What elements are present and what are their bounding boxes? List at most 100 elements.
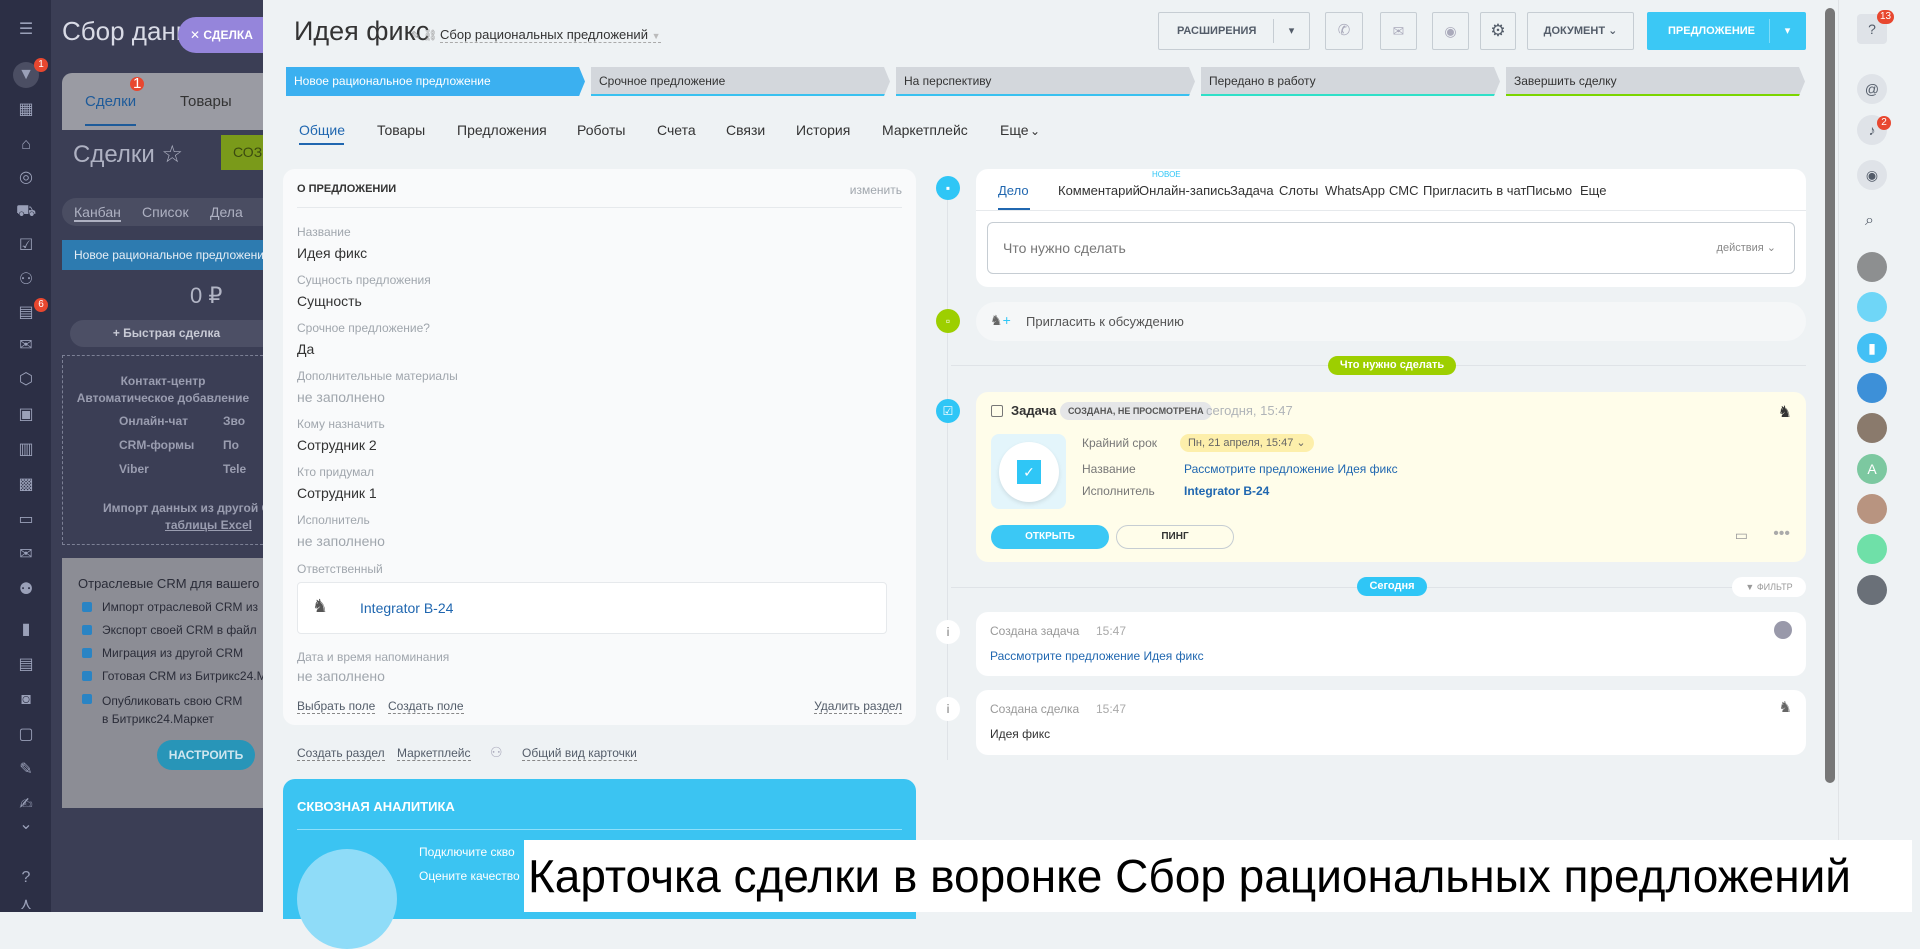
bookmark-icon[interactable]: ▮ bbox=[1857, 333, 1887, 363]
mail-icon[interactable]: ✉ bbox=[16, 545, 36, 565]
tab-products[interactable]: Товары bbox=[180, 93, 232, 110]
inbox-icon[interactable]: ▭ bbox=[16, 510, 36, 530]
close-slider-button[interactable]: ✕ СДЕЛКА bbox=[178, 17, 268, 53]
industry-crm-item[interactable]: Опубликовать свою CRM в Битрикс24.Маркет bbox=[78, 692, 248, 728]
ping-button[interactable]: ПИНГ bbox=[1116, 525, 1234, 549]
responsible-field[interactable]: ♞ Integrator B-24 bbox=[297, 582, 887, 634]
stage-3[interactable]: На перспективу bbox=[896, 67, 1195, 96]
settings-button[interactable]: ⚙ bbox=[1480, 12, 1516, 50]
tab-1[interactable]: Товары bbox=[377, 122, 425, 138]
import-excel-link[interactable]: таблицы Excel bbox=[165, 518, 252, 532]
cc-telegram[interactable]: Tele bbox=[223, 462, 246, 476]
document-icon[interactable]: ▤ bbox=[16, 303, 36, 323]
users-icon[interactable]: ⚉ bbox=[16, 580, 36, 600]
common-view-link[interactable]: Общий вид карточки bbox=[522, 746, 637, 761]
deal-title[interactable]: Идея фикс bbox=[294, 16, 429, 47]
box-icon[interactable]: ▢ bbox=[16, 725, 36, 745]
chat-icon[interactable]: ◉ bbox=[1857, 160, 1887, 190]
file-icon[interactable]: ▥ bbox=[16, 440, 36, 460]
proposal-button[interactable]: ПРЕДЛОЖЕНИЕ ▾ bbox=[1647, 12, 1806, 50]
composer-tab-1[interactable]: Комментарий bbox=[1058, 183, 1140, 198]
stage-4[interactable]: Передано в работу bbox=[1201, 67, 1500, 96]
composer-tab-4[interactable]: Слоты bbox=[1279, 183, 1318, 198]
chat-icon[interactable]: ✉ bbox=[16, 336, 36, 356]
view-kanban[interactable]: Канбан bbox=[74, 204, 121, 222]
tab-deals[interactable]: Сделки bbox=[85, 93, 137, 126]
sign-icon[interactable]: ✍ bbox=[16, 795, 36, 815]
stage-2[interactable]: Срочное предложение bbox=[591, 67, 890, 96]
extensions-button[interactable]: РАСШИРЕНИЯ ▾ bbox=[1158, 12, 1310, 50]
cc-calls[interactable]: Зво bbox=[223, 414, 245, 428]
edit-section-link[interactable]: изменить bbox=[850, 183, 902, 197]
stage-5[interactable]: Завершить сделку bbox=[1506, 67, 1805, 96]
tab-3[interactable]: Роботы bbox=[577, 122, 625, 138]
create-field-link[interactable]: Создать поле bbox=[388, 699, 464, 714]
avatar[interactable]: A bbox=[1857, 454, 1887, 484]
target-icon[interactable]: ◎ bbox=[16, 168, 36, 188]
tree-icon[interactable]: ⋏ bbox=[16, 895, 36, 915]
document-avatar[interactable] bbox=[1857, 534, 1887, 564]
composer-tab-5[interactable]: WhatsApp bbox=[1325, 183, 1385, 198]
industry-crm-item[interactable]: Миграция из другой CRM bbox=[78, 646, 263, 660]
cc-viber[interactable]: Viber bbox=[119, 462, 149, 476]
todo-input[interactable]: Что нужно сделать действия ⌄ bbox=[987, 222, 1795, 274]
calendar-icon[interactable]: ▦ bbox=[16, 100, 36, 120]
industry-crm-item[interactable]: Готовая CRM из Битрикс24.М bbox=[78, 669, 263, 683]
select-field-link[interactable]: Выбрать поле bbox=[297, 699, 376, 714]
create-button[interactable]: СОЗ bbox=[221, 135, 263, 170]
setup-button[interactable]: НАСТРОИТЬ bbox=[157, 740, 255, 770]
actions-dropdown[interactable]: действия ⌄ bbox=[1717, 241, 1776, 254]
filter-button[interactable]: ▼ ФИЛЬТР bbox=[1732, 577, 1806, 597]
composer-tab-8[interactable]: Письмо bbox=[1526, 183, 1572, 198]
tab-0[interactable]: Общие bbox=[299, 122, 345, 138]
scrollbar[interactable] bbox=[1825, 8, 1835, 783]
invite-bar[interactable]: ♞+ Пригласить к обсуждению bbox=[976, 302, 1806, 341]
chart-icon[interactable]: ▮ bbox=[16, 620, 36, 640]
robot-icon[interactable]: ◙ bbox=[16, 690, 36, 710]
chat-button[interactable]: ◉ bbox=[1432, 12, 1469, 50]
composer-tab-7[interactable]: Пригласить в чат bbox=[1423, 183, 1526, 198]
industry-crm-item[interactable]: Экспорт своей CRM в файл bbox=[78, 623, 263, 637]
avatar[interactable] bbox=[1857, 373, 1887, 403]
cc-mail[interactable]: По bbox=[223, 438, 239, 452]
document-button[interactable]: ДОКУМЕНТ ⌄ bbox=[1527, 12, 1634, 50]
avatar[interactable] bbox=[1857, 413, 1887, 443]
more-icon[interactable]: ••• bbox=[1773, 525, 1790, 543]
email-button[interactable]: ✉ bbox=[1380, 12, 1417, 50]
composer-tab-2[interactable]: Онлайн-запись bbox=[1139, 183, 1231, 198]
view-list[interactable]: Список bbox=[142, 204, 189, 220]
avatar[interactable] bbox=[1857, 252, 1887, 282]
stage-1[interactable]: Новое рациональное предложение bbox=[286, 67, 585, 96]
share-icon[interactable]: ⚇ bbox=[16, 270, 36, 290]
task-name-link[interactable]: Рассмотрите предложение Идея фикс bbox=[1184, 462, 1398, 476]
tab-4[interactable]: Счета bbox=[657, 122, 696, 138]
edit-link-icons[interactable]: ✎ ⛓ bbox=[411, 29, 437, 42]
tab-5[interactable]: Связи bbox=[726, 122, 765, 138]
funnel-selector[interactable]: Сбор рациональных предложений ▼ bbox=[440, 27, 661, 43]
tab-8[interactable]: Еще bbox=[1000, 122, 1029, 138]
composer-tab-3[interactable]: Задача bbox=[1230, 183, 1274, 198]
cc-crm-forms[interactable]: CRM-формы bbox=[119, 438, 194, 452]
edit-icon[interactable]: ✎ bbox=[16, 760, 36, 780]
create-section-link[interactable]: Создать раздел bbox=[297, 746, 385, 761]
schedule-icon[interactable]: ▣ bbox=[16, 405, 36, 425]
tab-6[interactable]: История bbox=[796, 122, 850, 138]
cc-online-chat[interactable]: Онлайн-чат bbox=[119, 414, 188, 428]
task-icon[interactable]: ☑ bbox=[16, 236, 36, 256]
composer-tab-0[interactable]: Дело bbox=[998, 183, 1029, 198]
open-button[interactable]: ОТКРЫТЬ bbox=[991, 525, 1109, 549]
menu-icon[interactable]: ☰ bbox=[16, 20, 36, 40]
responsible-link[interactable]: Integrator B-24 bbox=[360, 600, 453, 616]
search-icon[interactable]: ⌕ bbox=[1865, 212, 1874, 230]
phone-button[interactable]: ✆ bbox=[1325, 12, 1363, 50]
industry-crm-item[interactable]: Импорт отраслевой CRM из bbox=[78, 600, 263, 614]
shield-icon[interactable]: ⬡ bbox=[16, 370, 36, 390]
building-icon[interactable]: ⌂ bbox=[16, 135, 36, 155]
cart-icon[interactable]: ⛟ bbox=[16, 202, 36, 222]
deadline-selector[interactable]: Пн, 21 апреля, 15:47 ⌄ bbox=[1180, 434, 1314, 452]
chevron-down-icon[interactable]: ⌄ bbox=[16, 815, 36, 835]
tab-7[interactable]: Маркетплейс bbox=[882, 122, 968, 138]
view-activities[interactable]: Дела bbox=[210, 204, 243, 220]
task-checkbox[interactable] bbox=[991, 405, 1003, 417]
quick-deal-button[interactable]: + Быстрая сделка bbox=[70, 320, 263, 347]
